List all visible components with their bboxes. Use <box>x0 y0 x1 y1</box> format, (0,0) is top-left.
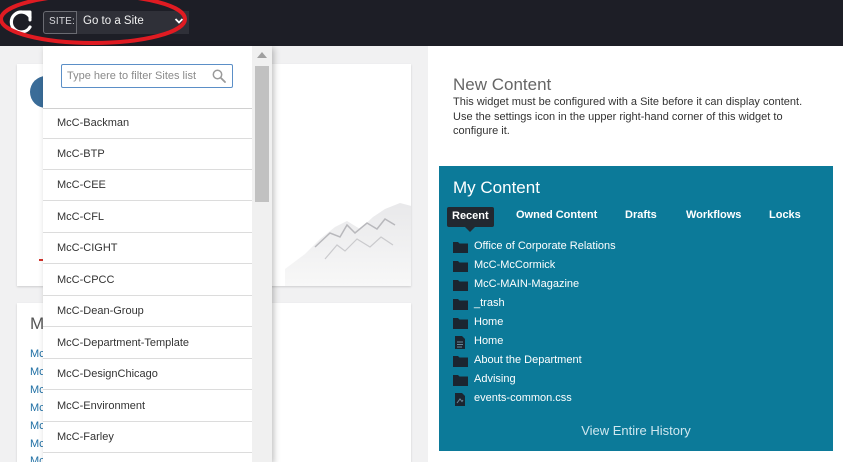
folder-icon <box>453 299 468 310</box>
site-option[interactable]: McC-Farley <box>43 422 252 453</box>
site-option[interactable]: McC-DesignChicago <box>43 359 252 390</box>
folder-icon <box>453 242 468 253</box>
folder-icon <box>453 261 468 272</box>
folder-icon <box>453 318 468 329</box>
folder-icon <box>453 280 468 291</box>
item-label: About the Department <box>474 354 582 366</box>
site-option-label: McC-Dean-Group <box>57 305 144 317</box>
site-option[interactable]: McC-CIGHT <box>43 233 252 264</box>
site-option[interactable]: McC-Department-Template <box>43 328 252 359</box>
site-option[interactable]: McC-BTP <box>43 139 252 170</box>
item-label: Home <box>474 335 504 347</box>
page-icon <box>455 336 465 349</box>
item-label: Home <box>474 316 504 328</box>
item-label: McC-McCormick <box>474 259 556 271</box>
item-label: _trash <box>474 297 505 309</box>
file-icon <box>455 393 465 406</box>
site-option-label: McC-DesignChicago <box>57 368 158 380</box>
tab-locks[interactable]: Locks <box>769 209 801 221</box>
search-icon <box>212 69 226 83</box>
new-content-message: This widget must be configured with a Si… <box>453 96 803 137</box>
item-label: Advising <box>474 373 516 385</box>
item-label: McC-MAIN-Magazine <box>474 278 580 290</box>
item-label: Office of Corporate Relations <box>474 240 616 252</box>
folder-icon <box>453 375 468 386</box>
tab-owned-content[interactable]: Owned Content <box>516 209 597 221</box>
site-option-label: McC-CFL <box>57 211 105 223</box>
site-option-label: McC-Environment <box>57 400 146 412</box>
site-option[interactable]: McC-Backman <box>43 108 252 139</box>
view-history-link[interactable]: View Entire History <box>439 423 833 438</box>
site-option-label: McC-CEE <box>57 179 106 191</box>
site-option[interactable]: McC-Dean-Group <box>43 296 252 327</box>
site-dropdown-menu: McC-Backman McC-BTP McC-CEE McC-CFL McC-… <box>43 46 272 462</box>
site-option[interactable]: McC-CPCC <box>43 265 252 296</box>
my-content-widget: My Content Recent Owned Content Drafts W… <box>439 166 833 451</box>
mountain-photo <box>285 203 411 286</box>
new-content-title: New Content <box>453 75 552 94</box>
scroll-up-arrow-icon[interactable] <box>257 52 267 58</box>
site-option-label: McC-Farley <box>57 431 114 443</box>
tab-workflows[interactable]: Workflows <box>686 209 741 221</box>
site-option-label: McC-Department-Template <box>57 337 190 349</box>
site-option[interactable]: McC-CFL <box>43 202 252 233</box>
tab-recent[interactable]: Recent <box>447 207 494 232</box>
site-option-label: McC-CPCC <box>57 274 115 286</box>
filter-box[interactable] <box>61 64 233 88</box>
folder-icon <box>453 356 468 367</box>
site-filter-input[interactable] <box>67 68 207 84</box>
site-option-label: McC-BTP <box>57 148 105 160</box>
dropdown-scrollbar[interactable] <box>252 46 272 462</box>
site-option[interactable]: McC-CEE <box>43 170 252 201</box>
site-option[interactable]: McC-Environment <box>43 391 252 422</box>
site-option-label: McC-Backman <box>57 117 130 129</box>
item-label: events-common.css <box>474 392 572 404</box>
tab-drafts[interactable]: Drafts <box>625 209 657 221</box>
filter-header <box>43 46 252 109</box>
my-content-title: My Content <box>453 178 540 197</box>
scrollbar-thumb[interactable] <box>255 66 269 202</box>
site-option-label: McC-CIGHT <box>57 242 118 254</box>
highlight-ellipse <box>0 0 187 45</box>
